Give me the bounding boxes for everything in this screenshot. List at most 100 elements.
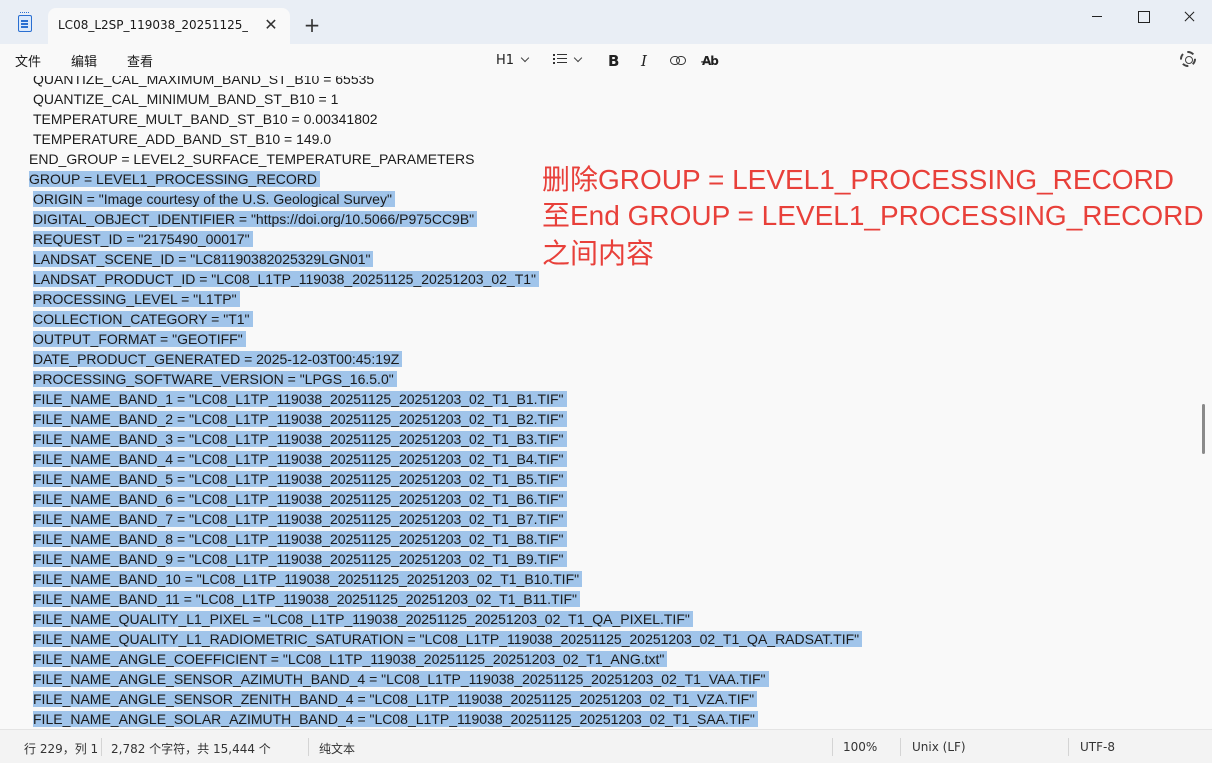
editor-line-text: QUANTIZE_CAL_MAXIMUM_BAND_ST_B10 = 65535 (33, 76, 375, 87)
editor-line[interactable]: FILE_NAME_BAND_9 = "LC08_L1TP_119038_202… (33, 549, 567, 569)
editor-line-text: FILE_NAME_BAND_5 = "LC08_L1TP_119038_202… (33, 471, 567, 487)
title-bar: LC08_L2SP_119038_20251125_20251203_02_T1… (0, 0, 1212, 44)
document-tab[interactable]: LC08_L2SP_119038_20251125_20251203_02_T1… (48, 8, 290, 44)
editor-line[interactable]: FILE_NAME_BAND_10 = "LC08_L1TP_119038_20… (33, 569, 583, 589)
editor-line[interactable]: FILE_NAME_ANGLE_SENSOR_ZENITH_BAND_4 = "… (33, 689, 758, 709)
editor-line[interactable]: DIGITAL_OBJECT_IDENTIFIER = "https://doi… (33, 209, 478, 229)
editor-line[interactable]: PROCESSING_SOFTWARE_VERSION = "LPGS_16.5… (33, 369, 397, 389)
editor-line[interactable]: TEMPERATURE_ADD_BAND_ST_B10 = 149.0 (33, 129, 334, 149)
chevron-down-icon (520, 53, 530, 63)
editor-line[interactable]: OUTPUT_FORMAT = "GEOTIFF" (33, 329, 246, 349)
editor-line-text: FILE_NAME_BAND_11 = "LC08_L1TP_119038_20… (33, 591, 581, 607)
editor-line[interactable]: FILE_NAME_ANGLE_SOLAR_AZIMUTH_BAND_4 = "… (33, 709, 758, 729)
editor-line-text: GROUP = LEVEL1_PROCESSING_RECORD (29, 171, 321, 187)
heading-dropdown[interactable]: H1 (496, 50, 530, 72)
menu-edit[interactable]: 编辑 (71, 51, 97, 70)
annotation-line-1: 删除GROUP = LEVEL1_PROCESSING_RECORD (542, 164, 1175, 195)
status-divider (832, 738, 833, 756)
editor-line[interactable]: FILE_NAME_BAND_1 = "LC08_L1TP_119038_202… (33, 389, 567, 409)
status-divider (101, 738, 102, 756)
scrollbar-thumb[interactable] (1202, 404, 1205, 454)
editor-line[interactable]: FILE_NAME_ANGLE_SENSOR_AZIMUTH_BAND_4 = … (33, 669, 769, 689)
editor-line-text: END_GROUP = LEVEL2_SURFACE_TEMPERATURE_P… (29, 151, 475, 167)
editor-line[interactable]: FILE_NAME_BAND_5 = "LC08_L1TP_119038_202… (33, 469, 567, 489)
editor-line-text: PROCESSING_LEVEL = "L1TP" (33, 291, 240, 307)
editor-line-text: FILE_NAME_BAND_7 = "LC08_L1TP_119038_202… (33, 511, 567, 527)
editor-line-text: FILE_NAME_ANGLE_SOLAR_AZIMUTH_BAND_4 = "… (33, 711, 758, 727)
new-tab-icon[interactable]: + (300, 14, 324, 38)
editor-line-text: PROCESSING_SOFTWARE_VERSION = "LPGS_16.5… (33, 371, 397, 387)
editor-line-text: FILE_NAME_BAND_3 = "LC08_L1TP_119038_202… (33, 431, 567, 447)
annotation-line-2: 至End GROUP = LEVEL1_PROCESSING_RECORD (542, 200, 1204, 231)
editor-line-text: LANDSAT_SCENE_ID = "LC81190382025329LGN0… (33, 251, 374, 267)
encoding[interactable]: UTF-8 (1080, 740, 1115, 754)
editor-line[interactable]: END_GROUP = LEVEL2_SURFACE_TEMPERATURE_P… (29, 149, 477, 169)
editor-line[interactable]: REQUEST_ID = "2175490_00017" (33, 229, 253, 249)
editor-line[interactable]: FILE_NAME_BAND_6 = "LC08_L1TP_119038_202… (33, 489, 567, 509)
line-ending[interactable]: Unix (LF) (912, 740, 966, 754)
editor-line-text: FILE_NAME_BAND_6 = "LC08_L1TP_119038_202… (33, 491, 567, 507)
editor-line[interactable]: FILE_NAME_QUALITY_L1_PIXEL = "LC08_L1TP_… (33, 609, 693, 629)
editor-line[interactable]: LANDSAT_PRODUCT_ID = "LC08_L1TP_119038_2… (33, 269, 539, 289)
editor-line[interactable]: GROUP = LEVEL1_PROCESSING_RECORD (29, 169, 321, 189)
editor-line[interactable]: FILE_NAME_BAND_8 = "LC08_L1TP_119038_202… (33, 529, 567, 549)
editor-line-text: FILE_NAME_QUALITY_L1_RADIOMETRIC_SATURAT… (33, 631, 863, 647)
status-divider (1068, 738, 1069, 756)
editor-line[interactable]: DATE_PRODUCT_GENERATED = 2025-12-03T00:4… (33, 349, 403, 369)
editor-line[interactable]: FILE_NAME_BAND_4 = "LC08_L1TP_119038_202… (33, 449, 567, 469)
tab-title: LC08_L2SP_119038_20251125_20251203_02_T1… (58, 18, 248, 32)
status-divider (900, 738, 901, 756)
editor-line[interactable]: LANDSAT_SCENE_ID = "LC81190382025329LGN0… (33, 249, 374, 269)
editor-line[interactable]: FILE_NAME_BAND_3 = "LC08_L1TP_119038_202… (33, 429, 567, 449)
editor-line-text: FILE_NAME_ANGLE_SENSOR_ZENITH_BAND_4 = "… (33, 691, 758, 707)
minimize-button[interactable] (1074, 0, 1120, 32)
bold-icon[interactable]: B (608, 50, 619, 72)
format-label[interactable]: 纯文本 (319, 740, 355, 757)
menu-view[interactable]: 查看 (127, 51, 153, 70)
editor-line[interactable]: FILE_NAME_BAND_2 = "LC08_L1TP_119038_202… (33, 409, 567, 429)
editor-line[interactable]: FILE_NAME_ANGLE_COEFFICIENT = "LC08_L1TP… (33, 649, 668, 669)
gear-icon[interactable] (1180, 51, 1196, 67)
italic-icon[interactable]: I (641, 50, 647, 72)
tab-close-icon[interactable]: ✕ (260, 14, 282, 36)
link-icon (670, 56, 686, 65)
editor-line-text: FILE_NAME_ANGLE_COEFFICIENT = "LC08_L1TP… (33, 651, 668, 667)
notepad-app-icon (18, 12, 32, 32)
editor-line-text: FILE_NAME_BAND_8 = "LC08_L1TP_119038_202… (33, 531, 567, 547)
editor-line[interactable]: PROCESSING_LEVEL = "L1TP" (33, 289, 240, 309)
close-window-button[interactable] (1166, 0, 1212, 32)
editor-line-text: FILE_NAME_BAND_10 = "LC08_L1TP_119038_20… (33, 571, 583, 587)
editor-line[interactable]: FILE_NAME_BAND_11 = "LC08_L1TP_119038_20… (33, 589, 581, 609)
editor-line-text: FILE_NAME_BAND_2 = "LC08_L1TP_119038_202… (33, 411, 567, 427)
link-button[interactable] (670, 50, 686, 72)
editor-line-text: QUANTIZE_CAL_MINIMUM_BAND_ST_B10 = 1 (33, 91, 339, 107)
editor-line[interactable]: COLLECTION_CATEGORY = "T1" (33, 309, 253, 329)
editor-line-text: DIGITAL_OBJECT_IDENTIFIER = "https://doi… (33, 211, 478, 227)
editor-line-text: ORIGIN = "Image courtesy of the U.S. Geo… (33, 191, 395, 207)
vertical-scrollbar[interactable] (1196, 76, 1212, 729)
menu-file[interactable]: 文件 (15, 51, 41, 70)
editor-line[interactable]: TEMPERATURE_MULT_BAND_ST_B10 = 0.0034180… (33, 109, 381, 129)
status-bar: 行 229，列 1 2,782 个字符，共 15,444 个 纯文本 100% … (0, 729, 1212, 763)
editor-line-text: TEMPERATURE_MULT_BAND_ST_B10 = 0.0034180… (33, 111, 378, 127)
editor-line[interactable]: FILE_NAME_QUALITY_L1_RADIOMETRIC_SATURAT… (33, 629, 863, 649)
menu-bar: 文件 编辑 查看 H1 B I A̶b (0, 44, 1212, 76)
editor-line-text: FILE_NAME_QUALITY_L1_PIXEL = "LC08_L1TP_… (33, 611, 693, 627)
zoom-level[interactable]: 100% (843, 740, 877, 754)
editor-line[interactable]: ORIGIN = "Image courtesy of the U.S. Geo… (33, 189, 395, 209)
editor-line-text: DATE_PRODUCT_GENERATED = 2025-12-03T00:4… (33, 351, 403, 367)
clear-formatting-icon[interactable]: A̶b (702, 50, 719, 72)
editor-line[interactable]: FILE_NAME_BAND_7 = "LC08_L1TP_119038_202… (33, 509, 567, 529)
editor-line[interactable]: QUANTIZE_CAL_MAXIMUM_BAND_ST_B10 = 65535 (33, 76, 377, 89)
editor-line-text: FILE_NAME_BAND_1 = "LC08_L1TP_119038_202… (33, 391, 567, 407)
editor-line-text: COLLECTION_CATEGORY = "T1" (33, 311, 253, 327)
character-count: 2,782 个字符，共 15,444 个 (111, 742, 271, 756)
annotation-line-3: 之间内容 (542, 238, 655, 269)
editor-line[interactable]: QUANTIZE_CAL_MINIMUM_BAND_ST_B10 = 1 (33, 89, 341, 109)
editor-line-text: REQUEST_ID = "2175490_00017" (33, 231, 253, 247)
list-icon (553, 54, 567, 64)
editor-line-text: TEMPERATURE_ADD_BAND_ST_B10 = 149.0 (33, 131, 332, 147)
cursor-position: 行 229，列 1 (24, 742, 99, 756)
list-dropdown[interactable] (553, 50, 583, 72)
maximize-button[interactable] (1120, 0, 1166, 32)
